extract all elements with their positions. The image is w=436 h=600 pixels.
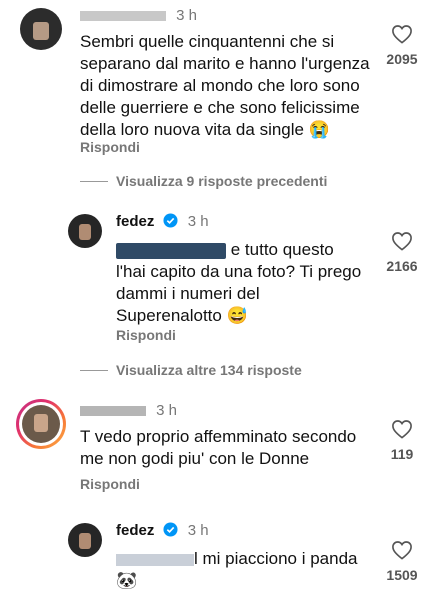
comment-line-start: e tutto questo: [230, 240, 334, 259]
reply-button[interactable]: Rispondi: [80, 139, 140, 155]
comment-line: Sembri quelle cinquantenni che si: [80, 32, 335, 51]
comment-time: 3 h: [187, 213, 209, 230]
comment-line: e tutto questo: [116, 239, 361, 261]
comment-time: 3 h: [156, 402, 178, 419]
thread-line: [80, 180, 108, 182]
comment-line: di dimostrare al mondo che loro sono: [80, 76, 360, 95]
view-more-replies[interactable]: Visualizza altre 134 risposte: [80, 362, 302, 378]
like-count: 2095: [386, 51, 418, 67]
comment-line: l'hai capito da una foto? Ti prego: [116, 262, 362, 281]
heart-icon[interactable]: [391, 231, 413, 251]
avatar[interactable]: [68, 214, 102, 248]
heart-icon[interactable]: [391, 24, 413, 44]
redacted-mention: [116, 553, 194, 566]
like-count: 1509: [386, 567, 418, 583]
mention-link[interactable]: [116, 549, 194, 568]
comment-meta: fedez 3 h: [116, 213, 209, 231]
heart-icon[interactable]: [391, 419, 413, 439]
comment-meta: fedez 3 h: [116, 522, 209, 540]
comment-meta: 3 h: [80, 7, 197, 25]
redacted-username: [80, 406, 146, 417]
heart-icon[interactable]: [391, 540, 413, 560]
thread-line: [80, 369, 108, 371]
comment-line: delle guerriere e che sono felicissime: [80, 98, 360, 117]
avatar[interactable]: [16, 399, 66, 449]
comment-text: e tutto questo l'hai capito da una foto?…: [116, 239, 361, 327]
like-count: 2166: [386, 258, 418, 274]
comment-time: 3 h: [176, 7, 198, 24]
comment-username[interactable]: fedez: [116, 522, 154, 539]
comment-line: della loro nuova vita da single 😭: [80, 120, 330, 139]
avatar[interactable]: [20, 8, 62, 50]
comment-line-start: l mi piacciono i panda: [194, 549, 358, 568]
like-count: 119: [390, 446, 414, 462]
comment-text: l mi piacciono i panda 🐼: [116, 548, 357, 592]
view-previous-replies[interactable]: Visualizza 9 risposte precedenti: [80, 173, 327, 189]
mention-link[interactable]: [116, 240, 226, 259]
avatar[interactable]: [68, 523, 102, 557]
comment-line: Superenalotto 😅: [116, 306, 248, 325]
reply-button[interactable]: Rispondi: [116, 327, 176, 343]
comment-text: Sembri quelle cinquantenni che si separa…: [80, 31, 370, 141]
comment-text: T vedo proprio affemminato secondo me no…: [80, 426, 356, 470]
comment-line: T vedo proprio affemminato secondo: [80, 427, 357, 446]
comment-meta: 3 h: [80, 402, 177, 420]
verified-icon: [162, 213, 178, 228]
comment-username[interactable]: fedez: [116, 213, 154, 230]
comment-line: me non godi piu' con le Donne: [80, 449, 310, 468]
verified-icon: [162, 522, 178, 537]
view-replies-label: Visualizza 9 risposte precedenti: [116, 173, 328, 189]
comment-line: l mi piacciono i panda: [116, 548, 357, 570]
comment-line: dammi i numeri del: [116, 284, 260, 303]
comment-time: 3 h: [187, 522, 209, 539]
reply-button[interactable]: Rispondi: [80, 476, 140, 492]
panda-emoji: 🐼: [116, 571, 138, 590]
view-replies-label: Visualizza altre 134 risposte: [116, 362, 302, 378]
redacted-mention: [116, 242, 226, 259]
redacted-username: [80, 11, 166, 22]
comment-line: separano dal marito e hanno l'urgenza: [80, 54, 370, 73]
